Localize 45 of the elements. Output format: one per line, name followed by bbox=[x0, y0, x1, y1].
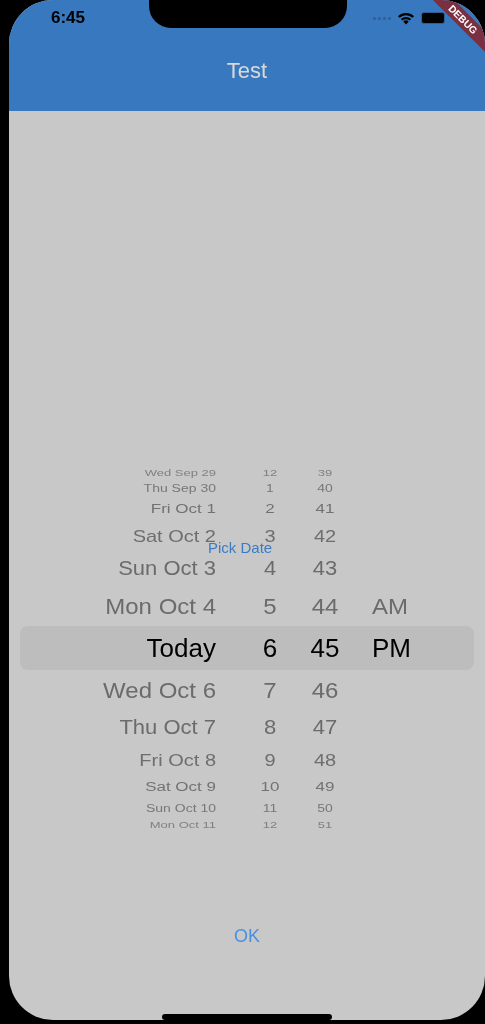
ok-button[interactable]: OK bbox=[226, 919, 268, 954]
picker-date[interactable]: Fri Oct 8 bbox=[20, 752, 216, 768]
picker-minute[interactable]: 51 bbox=[317, 819, 333, 829]
battery-icon bbox=[421, 12, 445, 24]
picker-hour[interactable]: 4 bbox=[263, 558, 277, 579]
picker-hour[interactable]: 1 bbox=[266, 482, 274, 494]
picker-hour[interactable]: 11 bbox=[262, 802, 278, 814]
picker-hour[interactable]: 12 bbox=[262, 467, 278, 477]
picker-meridiem[interactable]: PM bbox=[372, 635, 411, 661]
picker-date[interactable]: Mon Oct 11 bbox=[20, 819, 216, 829]
picker-minute[interactable]: 49 bbox=[315, 780, 335, 794]
picker-minute[interactable]: 48 bbox=[313, 752, 337, 768]
picker-minute[interactable]: 47 bbox=[312, 717, 338, 738]
picker-date[interactable]: Wed Sep 29 bbox=[20, 467, 216, 477]
picker-minute[interactable]: 46 bbox=[311, 678, 339, 702]
picker-minute[interactable]: 50 bbox=[317, 802, 333, 814]
picker-date[interactable]: Today bbox=[20, 635, 216, 661]
picker-date[interactable]: Thu Oct 7 bbox=[20, 717, 216, 738]
picker-minute[interactable]: 40 bbox=[317, 482, 333, 494]
wifi-icon bbox=[397, 11, 415, 25]
picker-date[interactable]: Mon Oct 4 bbox=[20, 594, 216, 618]
signal-icon bbox=[373, 16, 391, 20]
picker-minute[interactable]: 45 bbox=[310, 635, 340, 661]
picker-hour[interactable]: 9 bbox=[264, 752, 276, 768]
app-bar-title: Test bbox=[226, 57, 268, 85]
picker-hour[interactable]: 7 bbox=[263, 678, 277, 702]
picker-hour[interactable]: 8 bbox=[263, 717, 277, 738]
picker-date[interactable]: Fri Oct 1 bbox=[20, 502, 216, 516]
picker-hour[interactable]: 12 bbox=[262, 819, 278, 829]
picker-date[interactable]: Sat Oct 9 bbox=[20, 780, 216, 794]
picker-hour[interactable]: 2 bbox=[265, 502, 275, 516]
picker-hour[interactable]: 6 bbox=[262, 635, 278, 661]
picker-minute[interactable]: 44 bbox=[311, 594, 339, 618]
picker-minute[interactable]: 42 bbox=[313, 528, 337, 544]
picker-date[interactable]: Sun Oct 10 bbox=[20, 802, 216, 814]
picker-date[interactable]: Wed Oct 6 bbox=[20, 678, 216, 702]
picker-date[interactable]: Thu Sep 30 bbox=[20, 482, 216, 494]
picker-meridiem[interactable]: AM bbox=[372, 594, 408, 618]
status-time: 6:45 bbox=[51, 7, 86, 30]
picker-hour[interactable]: 10 bbox=[260, 780, 280, 794]
picker-date[interactable]: Sun Oct 3 bbox=[20, 558, 216, 579]
picker-minute[interactable]: 39 bbox=[317, 467, 333, 477]
picker-minute[interactable]: 43 bbox=[312, 558, 338, 579]
picker-minute[interactable]: 41 bbox=[315, 502, 335, 516]
picker-hour[interactable]: 5 bbox=[263, 594, 277, 618]
